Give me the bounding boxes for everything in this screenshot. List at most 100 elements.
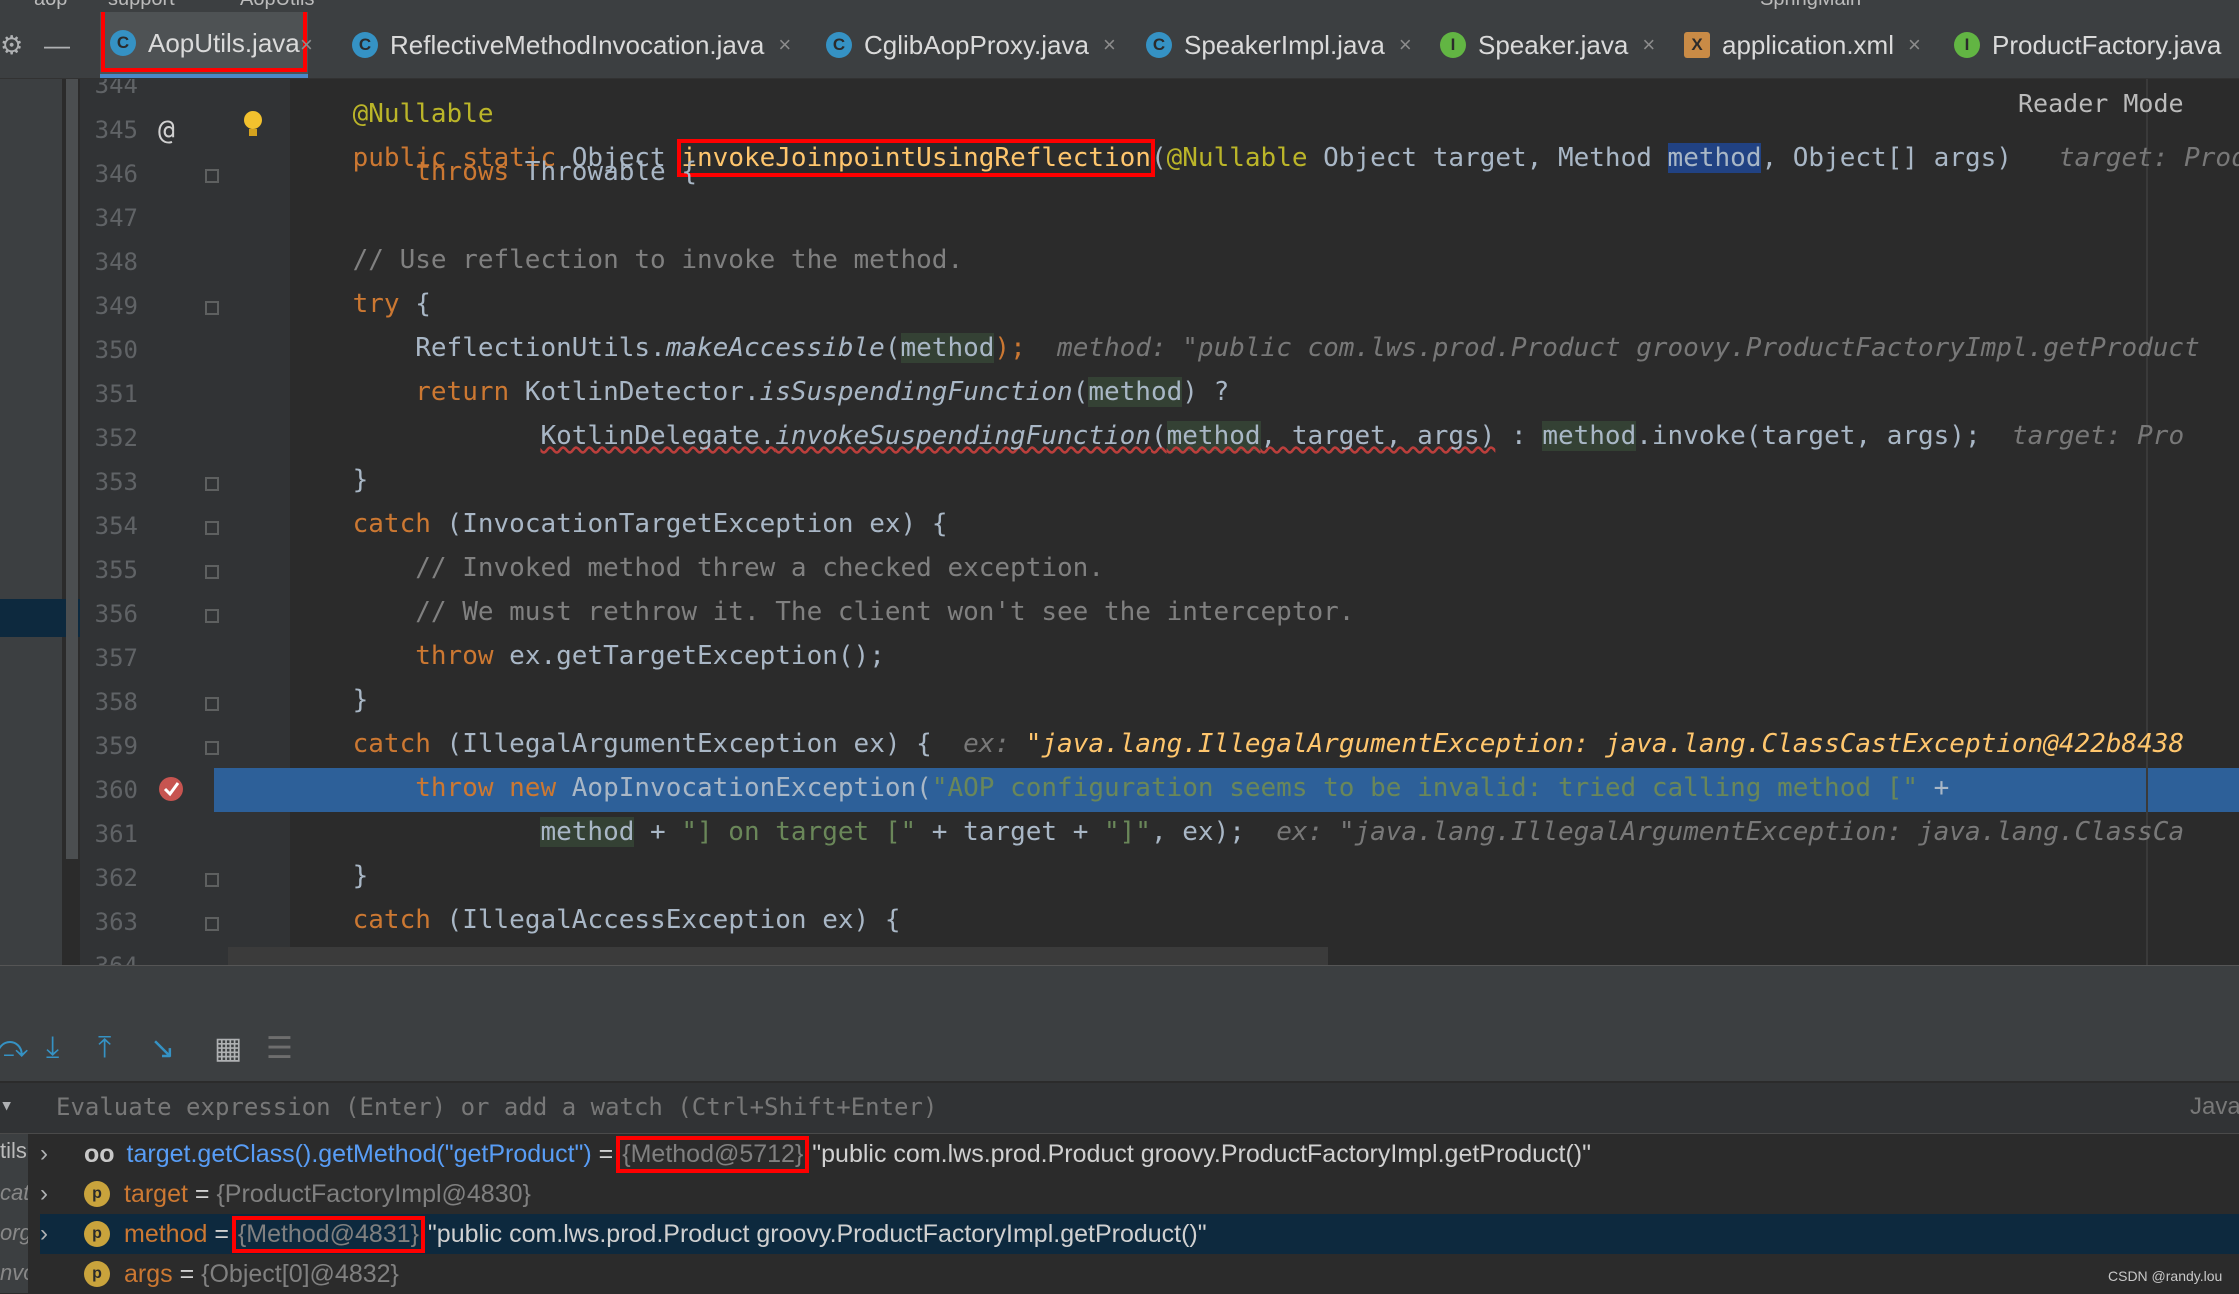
code-line: } xyxy=(352,861,369,891)
override-marker-icon[interactable]: @ xyxy=(158,113,175,146)
variable-row-selected[interactable]: › p method = {Method@4831} "public com.l… xyxy=(40,1214,2239,1254)
minimize-icon[interactable]: — xyxy=(44,30,70,61)
line-number: 354 xyxy=(94,512,138,540)
variables-panel: › oo target.getClass().getMethod("getPro… xyxy=(0,1134,2239,1293)
variable-row[interactable]: › p target = {ProductFactoryImpl@4830} xyxy=(40,1174,2239,1214)
watch-expression: target.getClass().getMethod("getProduct"… xyxy=(126,1139,592,1168)
line-number: 345 xyxy=(94,116,138,144)
close-icon[interactable]: × xyxy=(1908,32,1921,58)
line-number: 353 xyxy=(94,468,138,496)
interface-icon: I xyxy=(1954,32,1980,58)
chevron-right-icon[interactable]: › xyxy=(40,1140,84,1168)
breadcrumb-item[interactable]: support xyxy=(108,0,175,11)
line-number: 348 xyxy=(94,248,138,276)
horizontal-scrollbar[interactable] xyxy=(228,947,1328,965)
inline-debug-hint: ex: xyxy=(963,729,1026,759)
variable-row[interactable]: p args = {Object[0]@4832} xyxy=(40,1254,2239,1294)
line-number: 349 xyxy=(94,292,138,320)
code-line: throw new AopInvocationException("AOP co… xyxy=(415,773,1950,803)
fold-marker[interactable] xyxy=(205,873,219,887)
project-tool-strip xyxy=(0,79,80,965)
code-line: return KotlinDetector.isSuspendingFuncti… xyxy=(415,377,1230,407)
debug-toolbar: ⤼ ⤓ ⤒ ↘ ▦ ☰ xyxy=(0,1021,2239,1081)
chevron-down-icon[interactable]: ▾ xyxy=(0,1093,13,1118)
line-number: 351 xyxy=(94,380,138,408)
run-config-selector[interactable]: SpringMain xyxy=(1760,0,1861,11)
inline-debug-value: "java.lang.IllegalArgumentException: jav… xyxy=(1025,729,2185,759)
tab-product-factory[interactable]: I ProductFactory.java xyxy=(1954,12,2221,78)
tab-cglib-aop-proxy[interactable]: C CglibAopProxy.java × xyxy=(826,12,1116,78)
line-number: 362 xyxy=(94,864,138,892)
tab-label: ReflectiveMethodInvocation.java xyxy=(390,29,765,60)
trace-icon[interactable]: ☰ xyxy=(266,1031,293,1066)
scrollbar[interactable] xyxy=(66,79,78,859)
evaluate-expression-input[interactable]: Evaluate expression (Enter) or add a wat… xyxy=(56,1093,937,1121)
panel-divider[interactable] xyxy=(0,965,2239,1021)
highlighted-ref: {Method@5712} xyxy=(616,1135,810,1173)
code-line: catch (InvocationTargetException ex) { xyxy=(352,509,948,539)
class-icon: C xyxy=(826,32,852,58)
fold-marker[interactable] xyxy=(205,609,219,623)
fold-marker[interactable] xyxy=(205,169,219,183)
language-label[interactable]: Java xyxy=(2190,1093,2239,1121)
run-to-cursor-icon[interactable]: ↘ xyxy=(150,1031,175,1066)
frames-panel-edge: tils cat org nvo xyxy=(0,1134,28,1293)
inline-debug-hint: ex: "java.lang.IllegalArgumentException:… xyxy=(1276,817,2185,847)
line-number: 344 xyxy=(94,79,138,99)
tab-label: Speaker.java xyxy=(1478,29,1629,60)
line-number: 359 xyxy=(94,732,138,760)
breadcrumb-item[interactable]: AopUtils xyxy=(240,0,314,11)
line-number: 347 xyxy=(94,204,138,232)
tab-speaker[interactable]: I Speaker.java × xyxy=(1440,12,1655,78)
parameter-icon: p xyxy=(84,1221,110,1247)
code-line: method + "] on target [" + target + "]",… xyxy=(540,817,2185,847)
watch-row[interactable]: › oo target.getClass().getMethod("getPro… xyxy=(40,1134,2239,1174)
code-line: // We must rethrow it. The client won't … xyxy=(415,597,1355,627)
fold-marker[interactable] xyxy=(205,565,219,579)
step-out-icon[interactable]: ⤒ xyxy=(98,1031,111,1065)
code-editor[interactable]: Reader Mode 344 345 346 347 348 349 350 … xyxy=(0,79,2239,965)
breakpoint-icon[interactable] xyxy=(156,774,186,804)
code-line: catch (IllegalAccessException ex) { xyxy=(352,905,901,935)
inline-debug-hint: target: Pro xyxy=(2011,421,2185,451)
chevron-right-icon[interactable]: › xyxy=(40,1220,84,1248)
interface-icon: I xyxy=(1440,32,1466,58)
step-into-icon[interactable]: ⤓ xyxy=(46,1031,59,1065)
close-icon[interactable]: × xyxy=(1642,32,1655,58)
tab-reflective-method-invocation[interactable]: C ReflectiveMethodInvocation.java × xyxy=(352,12,791,78)
parameter-icon: p xyxy=(84,1261,110,1287)
tab-application-xml[interactable]: X application.xml × xyxy=(1684,12,1921,78)
chevron-right-icon[interactable]: › xyxy=(40,1180,84,1208)
highlight-box xyxy=(101,12,307,72)
close-icon[interactable]: × xyxy=(300,32,313,58)
watch-icon: oo xyxy=(84,1139,115,1168)
breadcrumb: aop support AopUtils SpringMain xyxy=(0,0,2239,12)
line-number: 361 xyxy=(94,820,138,848)
fold-marker[interactable] xyxy=(205,521,219,535)
code-line: } xyxy=(352,465,369,495)
close-icon[interactable]: × xyxy=(1103,32,1116,58)
editor-tab-bar: ⚙ — C AopUtils.java × C ReflectiveMethod… xyxy=(0,12,2239,79)
highlighted-ref: {Method@4831} xyxy=(231,1215,425,1253)
fold-marker[interactable] xyxy=(205,741,219,755)
gear-icon[interactable]: ⚙ xyxy=(0,30,23,61)
close-icon[interactable]: × xyxy=(1399,32,1412,58)
evaluate-expression-bar[interactable]: ▾ Evaluate expression (Enter) or add a w… xyxy=(0,1083,2239,1134)
tab-speaker-impl[interactable]: C SpeakerImpl.java × xyxy=(1146,12,1412,78)
code-line: throws Throwable { xyxy=(415,157,697,187)
fold-marker[interactable] xyxy=(205,917,219,931)
code-line: throw ex.getTargetException(); xyxy=(415,641,885,671)
code-line: } xyxy=(352,685,369,715)
breadcrumb-item[interactable]: aop xyxy=(34,0,67,11)
class-icon: C xyxy=(352,32,378,58)
fold-marker[interactable] xyxy=(205,301,219,315)
fold-marker[interactable] xyxy=(205,477,219,491)
line-number: 357 xyxy=(94,644,138,672)
lightbulb-icon[interactable] xyxy=(242,109,264,139)
code-line: ReflectionUtils.makeAccessible(method); … xyxy=(415,333,2200,363)
line-number: 363 xyxy=(94,908,138,936)
step-over-icon[interactable]: ⤼ xyxy=(0,1031,28,1065)
evaluate-expression-icon[interactable]: ▦ xyxy=(214,1031,242,1066)
fold-marker[interactable] xyxy=(205,697,219,711)
close-icon[interactable]: × xyxy=(778,32,791,58)
